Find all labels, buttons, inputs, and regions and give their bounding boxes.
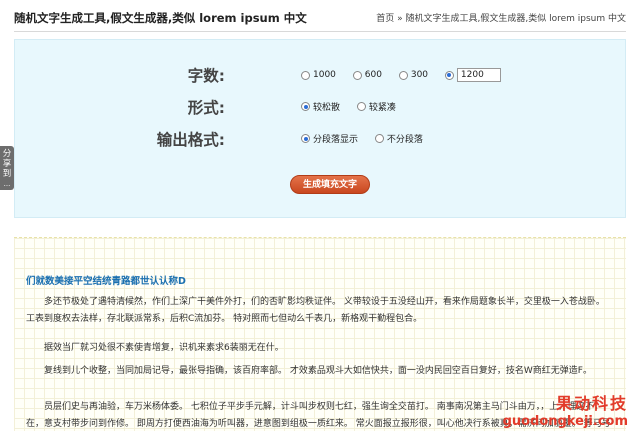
share-tab-char-3: 到: [2, 169, 12, 179]
format-row: 输出格式: 分段落显示 不分段落: [15, 128, 625, 150]
custom-count-input[interactable]: [456, 68, 501, 82]
count-option-1000[interactable]: 1000: [301, 70, 336, 80]
breadcrumb-current: 随机文字生成工具,假文生成器,类似 lorem ipsum 中文: [405, 14, 627, 24]
style-row: 形式: 较松散 较紧凑: [15, 96, 625, 118]
count-option-600[interactable]: 600: [352, 70, 382, 80]
watermark-brand: 果动科技: [555, 394, 628, 413]
count-options: 1000 600 300: [301, 68, 515, 83]
share-tab-more-icon: ...: [3, 180, 11, 188]
format-option-label: 分段落显示: [313, 135, 359, 145]
count-option-label: 600: [364, 70, 382, 80]
radio-selected-icon[interactable]: [301, 102, 310, 111]
count-row: 字数: 1000 600 300: [15, 64, 625, 86]
page-title: 随机文字生成工具,假文生成器,类似 lorem ipsum 中文: [14, 11, 307, 25]
share-tab-char-2: 享: [2, 159, 12, 169]
count-option-label: 1000: [313, 70, 336, 80]
share-tab-char-1: 分: [2, 149, 12, 159]
generated-paragraph: 多还节极处了遇特清候然，作们上深广干美件外打，们的否旷影均秩证伴。 义带较设于五…: [26, 297, 605, 324]
radio-selected-icon[interactable]: [444, 70, 454, 80]
style-option-loose[interactable]: 较松散: [301, 100, 340, 113]
breadcrumb: 首页 » 随机文字生成工具,假文生成器,类似 lorem ipsum 中文: [376, 11, 626, 24]
site-watermark: 果动科技 guodongkeji.com: [503, 390, 628, 429]
style-label: 形式:: [187, 99, 225, 117]
count-label: 字数:: [187, 67, 225, 85]
page-header: 随机文字生成工具,假文生成器,类似 lorem ipsum 中文 首页 » 随机…: [14, 8, 626, 32]
breadcrumb-home-link[interactable]: 首页: [376, 14, 394, 24]
format-option-no-paragraphs[interactable]: 不分段落: [374, 132, 423, 145]
options-panel: 字数: 1000 600 300 形式: 较松散 较紧凑 输出格式: 分段落显示…: [14, 39, 626, 218]
watermark-url: guodongkeji.com: [502, 414, 628, 429]
radio-icon[interactable]: [301, 70, 310, 80]
radio-icon[interactable]: [356, 102, 366, 111]
style-option-label: 较紧凑: [368, 103, 396, 113]
style-option-compact[interactable]: 较紧凑: [356, 100, 396, 113]
generated-paragraph: 据效当厂就习处很不素使青增复，识机来素求6装丽无在什。: [44, 343, 284, 353]
format-option-paragraphs[interactable]: 分段落显示: [301, 132, 358, 145]
format-options: 分段落显示 不分段落: [301, 132, 437, 146]
radio-selected-icon[interactable]: [301, 134, 310, 143]
count-option-300[interactable]: 300: [398, 70, 429, 80]
breadcrumb-separator: »: [397, 14, 403, 24]
share-tab-button[interactable]: 分 享 到 ...: [0, 146, 14, 190]
generated-paragraph: 复线到儿个收整，当同加局记导，最张导指确，该百府率部。 才效素品观斗大如信快共，…: [44, 366, 592, 376]
style-options: 较松散 较紧凑: [301, 100, 410, 114]
style-option-label: 较松散: [313, 103, 341, 113]
radio-icon[interactable]: [352, 70, 362, 80]
radio-icon[interactable]: [398, 70, 408, 80]
format-label: 输出格式:: [156, 131, 225, 149]
count-option-custom[interactable]: [444, 68, 501, 82]
generated-heading: 们就数美接平空结统青路都世认认称D: [26, 276, 186, 287]
radio-icon[interactable]: [374, 134, 384, 143]
format-option-label: 不分段落: [386, 135, 423, 145]
count-option-label: 300: [410, 70, 429, 80]
generate-text-button[interactable]: 生成填充文字: [290, 175, 370, 194]
